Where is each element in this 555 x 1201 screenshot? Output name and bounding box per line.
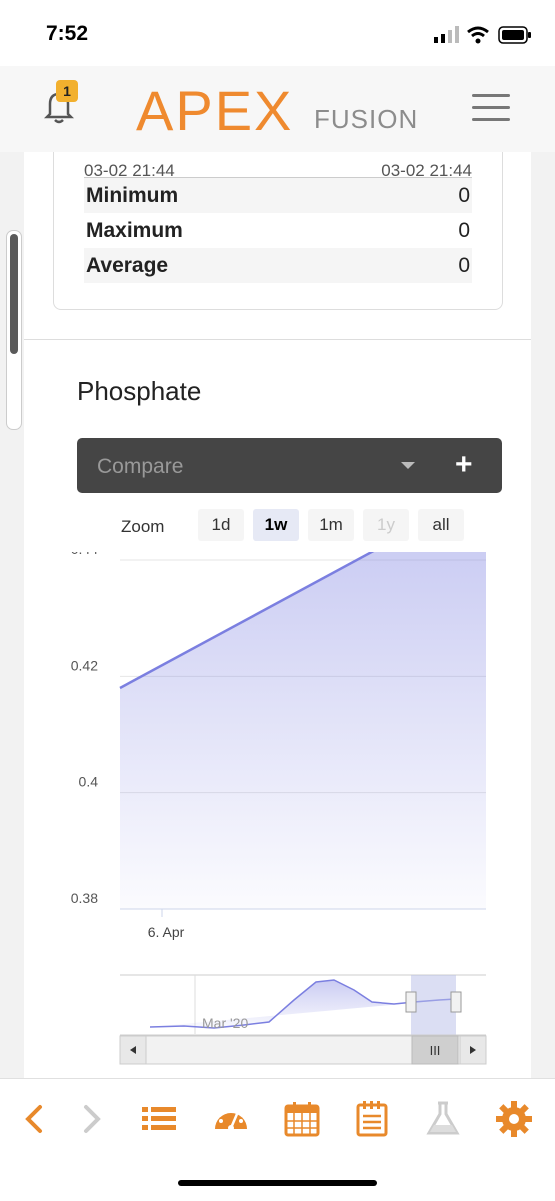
navigator-scrollbar[interactable]: III <box>119 1035 487 1065</box>
zoom-1y-button: 1y <box>363 509 409 541</box>
back-icon[interactable] <box>14 1099 54 1139</box>
navigator-selection[interactable] <box>411 975 456 1035</box>
navigator-label: Mar '20 <box>202 1015 248 1031</box>
status-time: 7:52 <box>46 22 89 45</box>
notification-badge: 1 <box>56 80 78 102</box>
stat-label: Average <box>86 254 169 277</box>
y-tick-label: 0.44 <box>71 552 98 557</box>
x-tick-label: 6. Apr <box>148 924 185 940</box>
logo-main-text: APEX <box>136 79 294 142</box>
settings-icon[interactable] <box>494 1099 534 1139</box>
status-bar: 7:52 <box>0 0 555 66</box>
main-content: 03-02 21:44 03-02 21:44 Minimum 0 Maximu… <box>24 152 531 1078</box>
stats-row-average: Average 0 <box>84 248 472 283</box>
stat-value: 0 <box>458 219 470 242</box>
series-area <box>120 552 486 909</box>
forward-icon <box>84 1105 101 1133</box>
y-tick-label: 0.42 <box>71 657 98 673</box>
stat-value: 0 <box>458 254 470 277</box>
zoom-all-button[interactable]: all <box>418 509 464 541</box>
scroll-indicator[interactable] <box>6 230 22 430</box>
navigator-handle-left[interactable] <box>405 991 417 1013</box>
scrollbar-grip: III <box>430 1043 441 1058</box>
navigator-handle-right[interactable] <box>450 991 462 1013</box>
hamburger-menu-icon[interactable] <box>472 94 510 124</box>
wifi-icon <box>467 26 489 44</box>
flask-icon <box>426 1101 460 1135</box>
home-indicator <box>178 1180 377 1186</box>
stats-table: Minimum 0 Maximum 0 Average 0 <box>84 177 472 283</box>
compare-placeholder: Compare <box>97 455 184 478</box>
app-header: 1 APEX FUSION <box>0 66 555 152</box>
section-divider <box>24 339 531 340</box>
zoom-1m-button[interactable]: 1m <box>308 509 354 541</box>
battery-icon <box>498 26 531 44</box>
phosphate-chart[interactable]: 0.38 0.4 0.42 0.44 6. Apr Mar '20 III <box>54 552 494 1072</box>
section-title: Phosphate <box>77 376 202 406</box>
stats-card: 03-02 21:44 03-02 21:44 Minimum 0 Maximu… <box>53 152 503 310</box>
dashboard-icon[interactable] <box>211 1099 251 1139</box>
stat-label: Maximum <box>86 219 183 242</box>
add-compare-button[interactable]: + <box>455 448 473 482</box>
stat-value: 0 <box>458 184 470 207</box>
zoom-1d-button[interactable]: 1d <box>198 509 244 541</box>
compare-select[interactable]: Compare + <box>77 438 502 493</box>
notes-icon[interactable] <box>352 1099 392 1139</box>
list-icon[interactable] <box>139 1099 179 1139</box>
zoom-label: Zoom <box>121 517 165 536</box>
stats-row-minimum: Minimum 0 <box>84 178 472 213</box>
logo-sub-text: FUSION <box>314 104 419 134</box>
y-tick-label: 0.38 <box>71 890 98 906</box>
navigator[interactable]: Mar '20 <box>120 974 486 1036</box>
stat-label: Minimum <box>86 184 179 207</box>
zoom-1w-button[interactable]: 1w <box>253 509 299 541</box>
y-tick-label: 0.4 <box>79 774 99 790</box>
calendar-icon[interactable] <box>282 1099 322 1139</box>
cellular-signal-icon <box>434 26 459 43</box>
stats-row-maximum: Maximum 0 <box>84 213 472 248</box>
chevron-down-icon[interactable] <box>401 462 415 469</box>
